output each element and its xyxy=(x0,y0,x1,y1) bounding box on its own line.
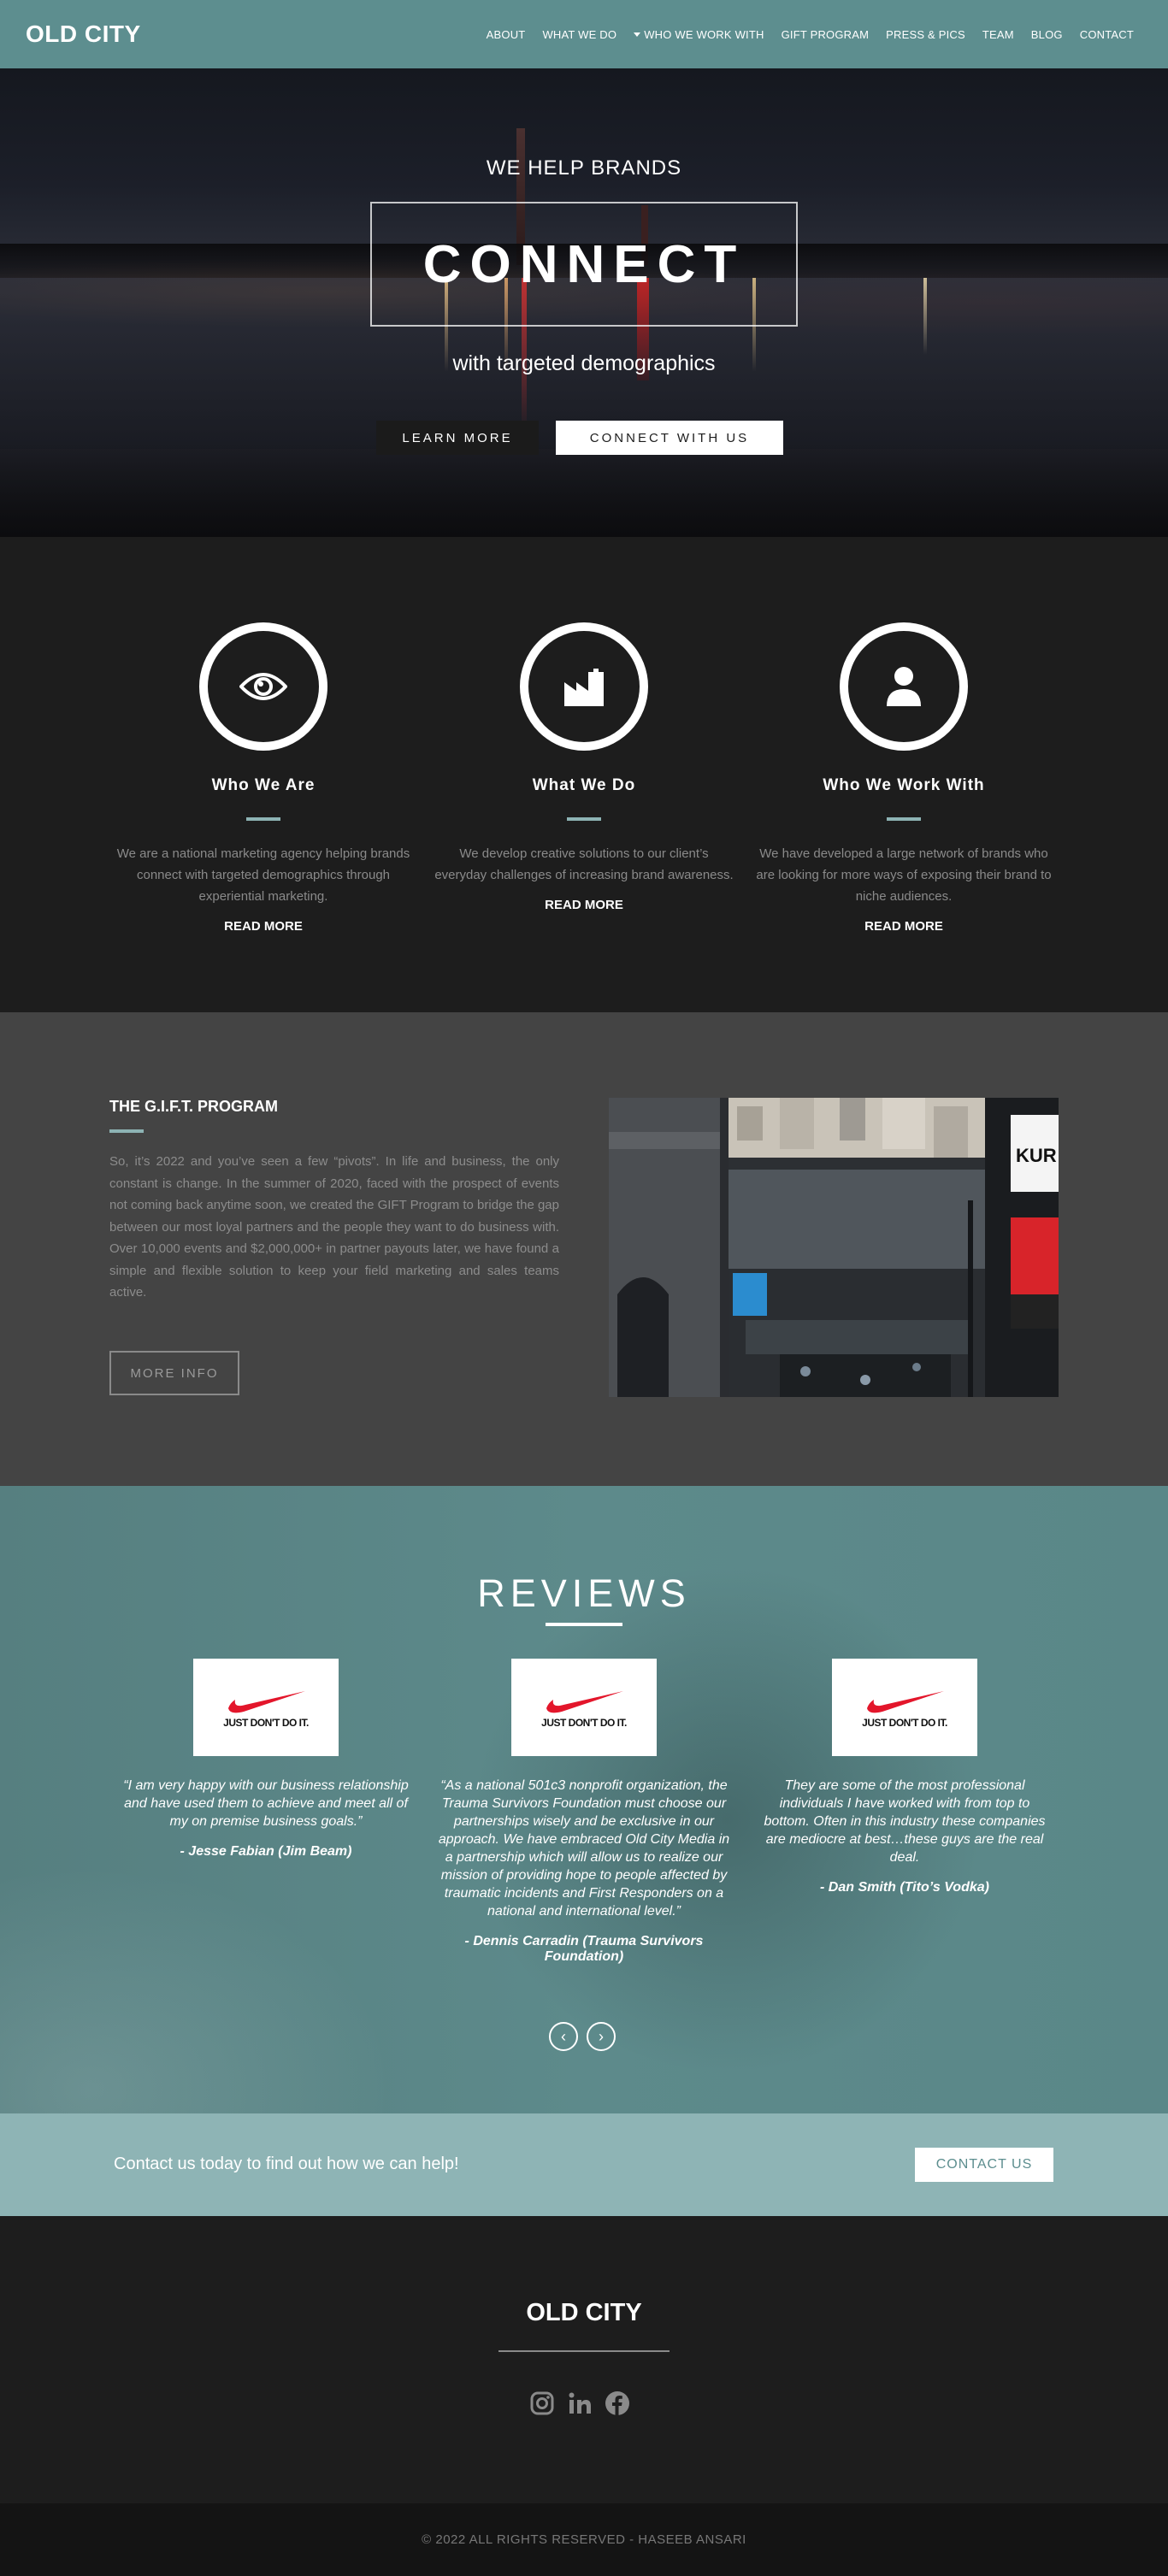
feature-who-we-work-with: Who We Work With We have developed a lar… xyxy=(750,622,1058,934)
features-section: Who We Are We are a national marketing a… xyxy=(0,537,1168,1012)
top-navbar: OLD CITY ABOUT WHAT WE DO WHO WE WORK WI… xyxy=(0,0,1168,68)
nav-contact[interactable]: CONTACT xyxy=(1071,28,1142,41)
city-street-illustration: KUR xyxy=(609,1098,1059,1397)
read-more-link[interactable]: READ MORE xyxy=(750,919,1058,934)
review-author: - Jesse Fabian (Jim Beam) xyxy=(180,1844,352,1859)
hero-kicker: WE HELP BRANDS xyxy=(486,156,682,180)
feature-title: Who We Are xyxy=(211,776,316,794)
hero-title: CONNECT xyxy=(422,234,746,294)
brand-logo-card: JUST DON'T DO IT. xyxy=(511,1659,657,1756)
factory-icon xyxy=(564,669,604,706)
nav-about[interactable]: ABOUT xyxy=(478,28,534,41)
footer: OLD CITY xyxy=(0,2216,1168,2503)
hero-content: WE HELP BRANDS CONNECT with targeted dem… xyxy=(0,68,1168,537)
review-card: JUST DON'T DO IT. “I am very happy with … xyxy=(116,1659,416,1860)
nav-what-we-do[interactable]: WHAT WE DO xyxy=(534,28,625,41)
review-quote: “As a national 501c3 nonprofit organizat… xyxy=(438,1778,730,1919)
swoosh-icon xyxy=(228,1691,305,1713)
feature-title: Who We Work With xyxy=(823,776,985,794)
learn-more-button[interactable]: LEARN MORE xyxy=(376,421,539,455)
feature-who-we-are: Who We Are We are a national marketing a… xyxy=(109,622,417,934)
swoosh-icon xyxy=(546,1691,623,1713)
reviews-background-light xyxy=(0,1828,445,2113)
footer-divider xyxy=(498,2350,670,2352)
nav-blog[interactable]: BLOG xyxy=(1023,28,1071,41)
feature-icon-circle xyxy=(199,622,327,751)
nav-who-we-work-with-label: WHO WE WORK WITH xyxy=(644,27,764,41)
chevron-left-icon[interactable]: ‹ xyxy=(549,2022,578,2051)
feature-text: We have developed a large network of bra… xyxy=(756,846,1052,904)
contact-band: Contact us today to find out how we can … xyxy=(0,2113,1168,2216)
footer-brand: OLD CITY xyxy=(526,2299,642,2326)
contact-us-button[interactable]: CONTACT US xyxy=(915,2148,1053,2182)
feature-divider xyxy=(567,817,601,821)
swoosh-icon xyxy=(867,1691,944,1713)
review-quote: “I am very happy with our business relat… xyxy=(123,1778,409,1829)
gift-text: So, it’s 2022 and you’ve seen a few “piv… xyxy=(109,1154,559,1300)
social-links xyxy=(528,2389,631,2418)
connect-with-us-button[interactable]: CONNECT WITH US xyxy=(556,421,783,455)
hero-subtitle: with targeted demographics xyxy=(452,351,716,375)
review-author: - Dan Smith (Tito’s Vodka) xyxy=(820,1880,989,1895)
feature-icon-circle xyxy=(520,622,648,751)
brand-logo-card: JUST DON'T DO IT. xyxy=(832,1659,977,1756)
review-card: JUST DON'T DO IT. “As a national 501c3 n… xyxy=(434,1659,734,1965)
facebook-icon[interactable] xyxy=(604,2389,631,2418)
nav-press-pics[interactable]: PRESS & PICS xyxy=(877,28,974,41)
brand-logo-card: JUST DON'T DO IT. xyxy=(193,1659,339,1756)
gift-title: THE G.I.F.T. PROGRAM xyxy=(109,1098,279,1115)
review-card: JUST DON'T DO IT. They are some of the m… xyxy=(755,1659,1054,1895)
feature-title: What We Do xyxy=(532,776,636,794)
feature-divider xyxy=(246,817,280,821)
copyright: © 2022 ALL RIGHTS RESERVED - HASEEB ANSA… xyxy=(0,2503,1168,2576)
nav-gift-program[interactable]: GIFT PROGRAM xyxy=(773,28,878,41)
feature-what-we-do: What We Do We develop creative solutions… xyxy=(430,622,738,912)
gift-program-section: THE G.I.F.T. PROGRAM So, it’s 2022 and y… xyxy=(0,1012,1168,1486)
hero-title-box: CONNECT xyxy=(370,202,798,327)
logo-tagline: JUST DON'T DO IT. xyxy=(223,1717,309,1729)
reviews-divider xyxy=(546,1623,622,1626)
reviews-title: REVIEWS xyxy=(477,1571,691,1615)
city-street-photo: KUR xyxy=(609,1098,1059,1397)
review-author: - Dennis Carradin (Trauma Survivors Foun… xyxy=(464,1934,704,1964)
logo-tagline: JUST DON'T DO IT. xyxy=(862,1717,947,1729)
read-more-link[interactable]: READ MORE xyxy=(430,898,738,912)
more-info-button[interactable]: MORE INFO xyxy=(109,1351,239,1395)
svg-text:KUR: KUR xyxy=(1016,1145,1057,1166)
logo-tagline: JUST DON'T DO IT. xyxy=(541,1717,627,1729)
gift-divider xyxy=(109,1129,144,1133)
read-more-link[interactable]: READ MORE xyxy=(109,919,417,934)
linkedin-icon[interactable] xyxy=(566,2389,593,2418)
main-menu: ABOUT WHAT WE DO WHO WE WORK WITH GIFT P… xyxy=(478,28,1142,41)
nav-team[interactable]: TEAM xyxy=(974,28,1023,41)
user-icon xyxy=(887,667,921,706)
brand-logo[interactable]: OLD CITY xyxy=(26,21,141,48)
reviews-section: REVIEWS JUST DON'T DO IT. “I am very hap… xyxy=(0,1486,1168,2113)
instagram-icon[interactable] xyxy=(528,2389,556,2418)
nav-who-we-work-with[interactable]: WHO WE WORK WITH xyxy=(625,28,772,41)
review-quote: They are some of the most professional i… xyxy=(764,1778,1046,1865)
contact-message: Contact us today to find out how we can … xyxy=(114,2155,459,2173)
carousel-controls: ‹ › xyxy=(549,2022,616,2051)
feature-text: We develop creative solutions to our cli… xyxy=(434,846,734,882)
eye-icon xyxy=(239,673,287,700)
feature-text: We are a national marketing agency helpi… xyxy=(116,846,410,904)
feature-divider xyxy=(887,817,921,821)
feature-icon-circle xyxy=(840,622,968,751)
hero-section: WE HELP BRANDS CONNECT with targeted dem… xyxy=(0,68,1168,537)
chevron-right-icon[interactable]: › xyxy=(587,2022,616,2051)
caret-down-icon xyxy=(634,32,641,37)
